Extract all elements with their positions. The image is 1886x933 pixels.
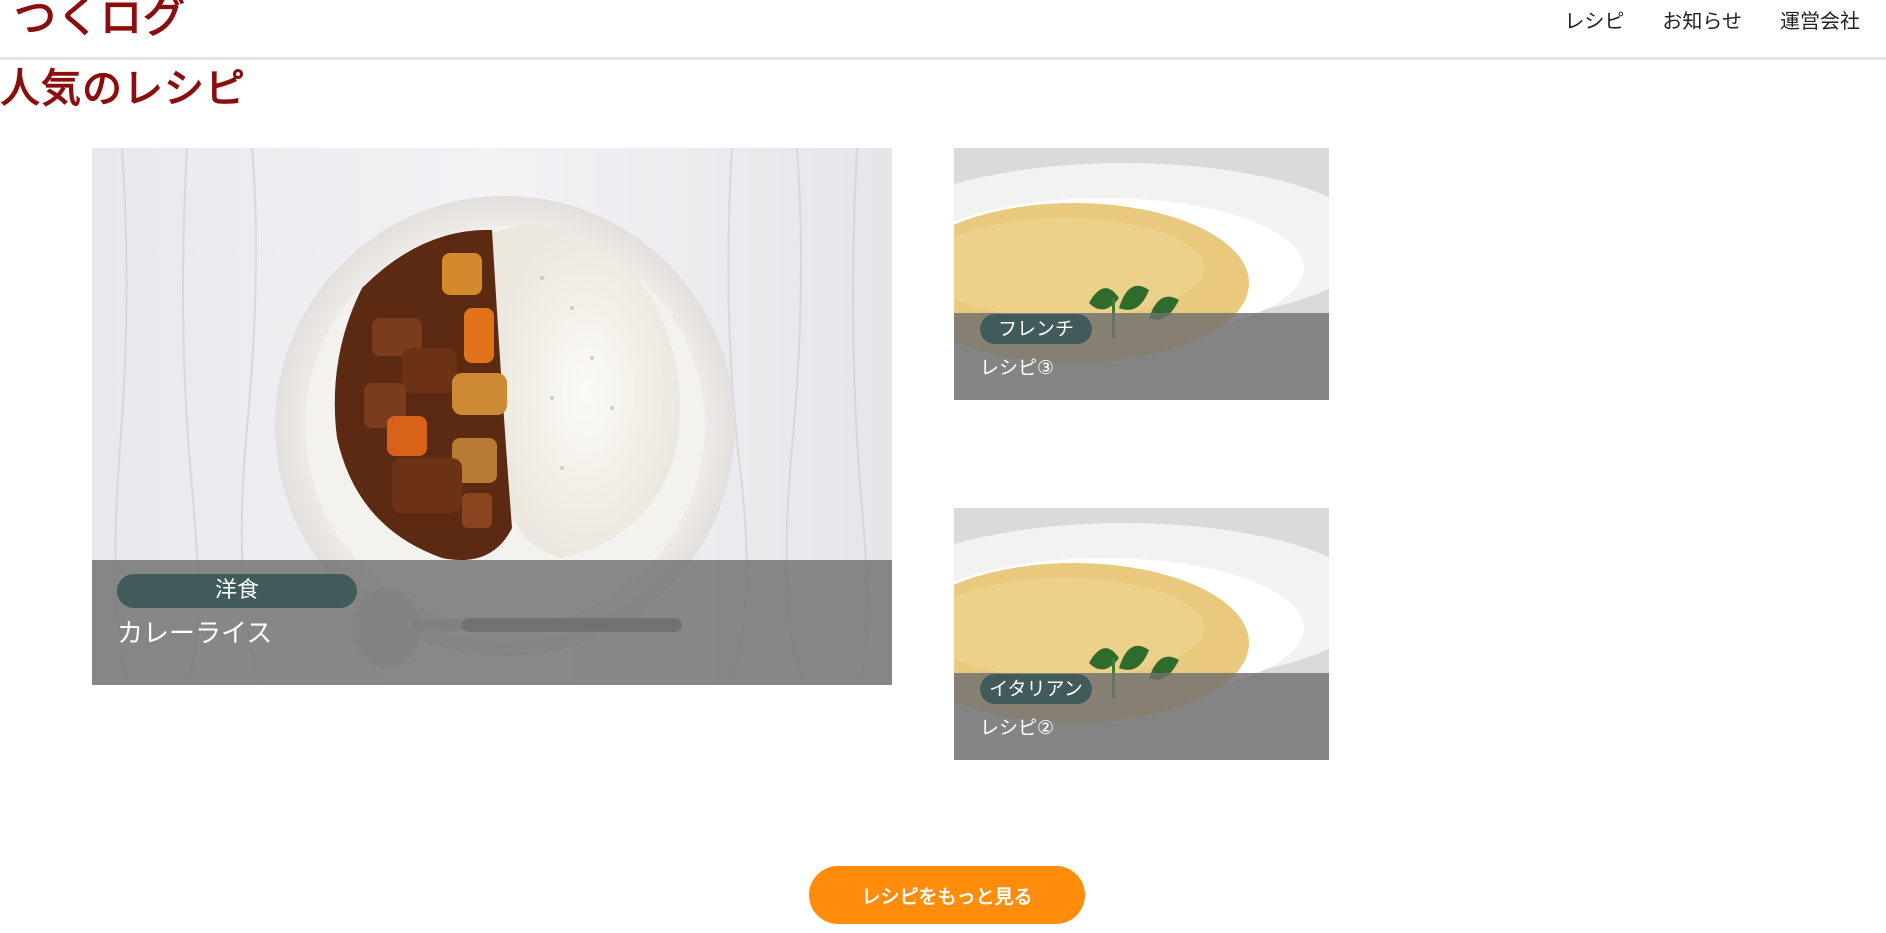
recipe-card-italian[interactable]: イタリアン レシピ② [954, 508, 1329, 760]
card-caption: フレンチ レシピ③ [954, 313, 1329, 400]
site-header: つくログ レシピ お知らせ 運営会社 [0, 0, 1886, 60]
more-recipes-button[interactable]: レシピをもっと見る [809, 866, 1085, 924]
card-caption: 洋食 カレーライス [92, 560, 892, 685]
recipe-card-french[interactable]: フレンチ レシピ③ [954, 148, 1329, 400]
recipe-title: レシピ② [980, 717, 1055, 739]
category-tag: 洋食 [117, 574, 357, 608]
main-nav: レシピ お知らせ 運営会社 [1564, 8, 1860, 34]
nav-link-recipes[interactable]: レシピ [1564, 8, 1624, 34]
recipe-title: レシピ③ [980, 357, 1055, 379]
category-tag: フレンチ [980, 314, 1092, 344]
recipe-title: カレーライス [117, 619, 273, 649]
category-tag: イタリアン [980, 674, 1092, 704]
nav-link-company[interactable]: 運営会社 [1780, 8, 1860, 34]
section-title: 人気のレシピ [0, 66, 246, 112]
nav-link-news[interactable]: お知らせ [1662, 8, 1742, 34]
site-logo[interactable]: つくログ [14, 0, 186, 40]
card-caption: イタリアン レシピ② [954, 673, 1329, 760]
recipe-card-curry[interactable]: 洋食 カレーライス [92, 148, 892, 685]
